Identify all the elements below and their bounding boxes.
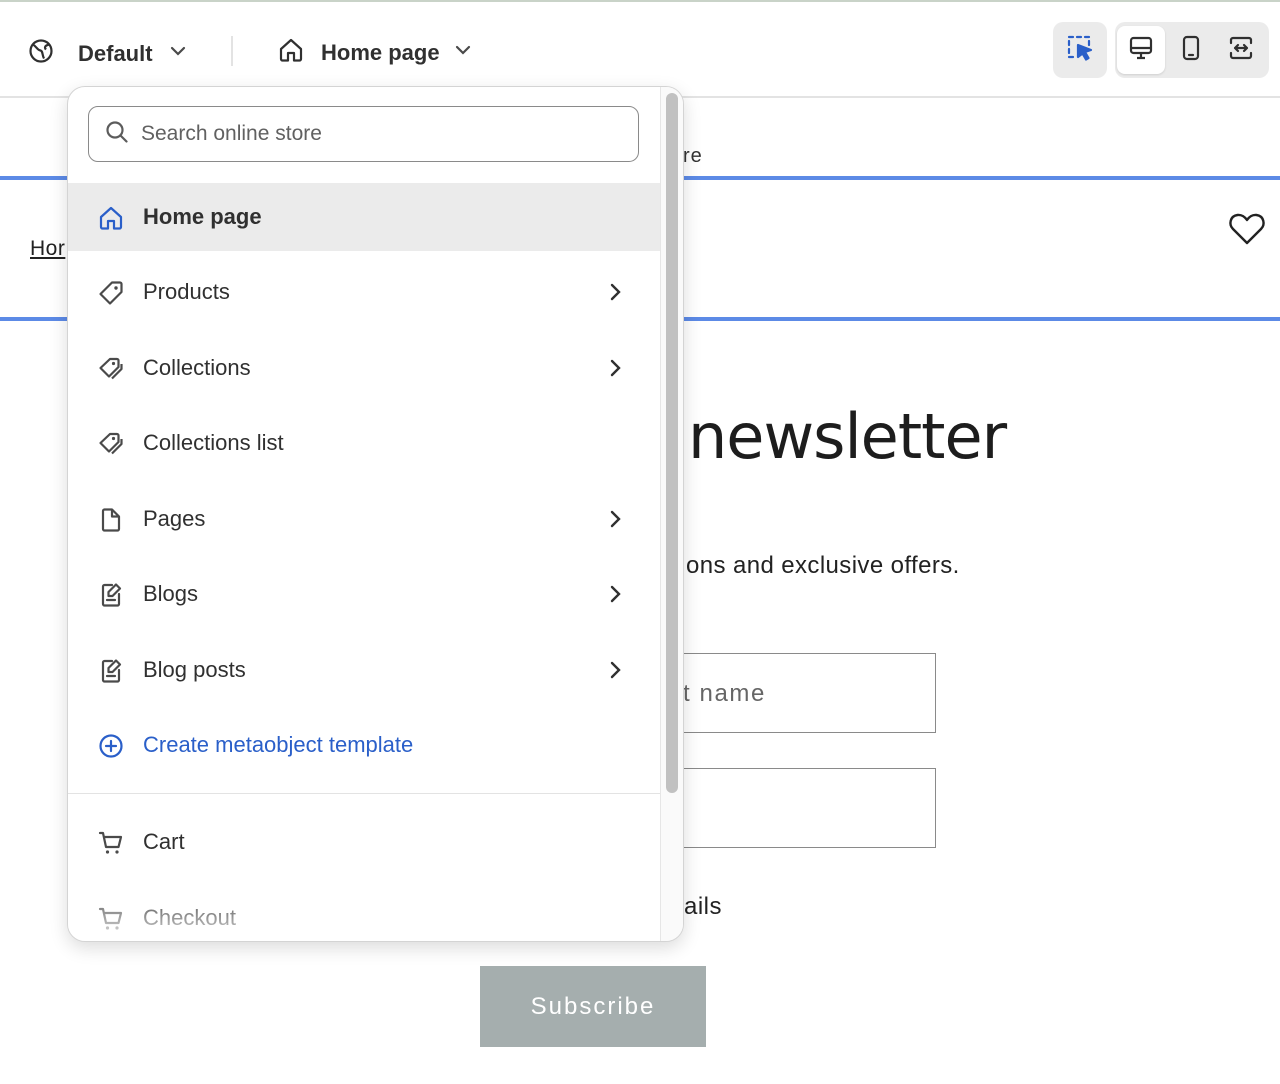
menu-item-label: Blog posts <box>143 657 246 682</box>
fullscreen-icon <box>1228 35 1254 66</box>
menu-item-cart[interactable]: Cart <box>68 808 660 876</box>
name-placeholder: t name <box>683 680 766 707</box>
page-picker-dropdown: Home page Products Collections <box>67 86 684 942</box>
menu-item-label: Products <box>143 279 230 304</box>
menu-item-label: Cart <box>143 829 185 854</box>
create-metaobject-template-link[interactable]: Create metaobject template <box>68 711 660 779</box>
desktop-icon <box>1128 35 1154 66</box>
chevron-down-icon <box>454 41 472 64</box>
theme-selector[interactable]: Default <box>28 38 187 69</box>
viewport-toggle-group <box>1115 22 1269 78</box>
page-selector[interactable]: Home page <box>278 37 472 68</box>
fullscreen-view-button[interactable] <box>1217 26 1265 74</box>
search-input[interactable] <box>141 122 621 146</box>
chevron-right-icon <box>606 509 624 534</box>
newsletter-subtext: ons and exclusive offers. <box>686 552 960 579</box>
menu-item-collections[interactable]: Collections <box>68 334 660 402</box>
page-label: Home page <box>321 39 440 65</box>
scrollbar-thumb[interactable] <box>666 93 678 793</box>
tag-icon <box>98 280 124 306</box>
menu-item-label: Create metaobject template <box>143 732 414 757</box>
home-icon <box>98 205 124 231</box>
mobile-icon <box>1178 35 1204 66</box>
heart-icon[interactable] <box>1228 212 1266 251</box>
breadcrumb-link[interactable]: Hor <box>30 237 65 261</box>
menu-item-label: Collections <box>143 355 251 380</box>
search-field[interactable] <box>88 106 639 162</box>
desktop-view-button[interactable] <box>1117 26 1165 74</box>
menu-item-products[interactable]: Products <box>68 258 660 326</box>
inspector-button[interactable] <box>1056 26 1104 74</box>
page-icon <box>98 507 124 533</box>
cart-icon <box>98 830 124 856</box>
inspector-icon <box>1066 34 1094 67</box>
chevron-right-icon <box>606 660 624 685</box>
newsletter-note: ails <box>684 893 723 920</box>
chevron-right-icon <box>606 358 624 383</box>
menu-item-label: Collections list <box>143 430 284 455</box>
theme-label: Default <box>78 40 153 66</box>
mobile-view-button[interactable] <box>1167 26 1215 74</box>
menu-item-blog-posts[interactable]: Blog posts <box>68 636 660 704</box>
toolbar-divider <box>231 36 233 66</box>
subscribe-button[interactable]: Subscribe <box>480 966 706 1047</box>
globe-icon <box>28 38 54 69</box>
chevron-right-icon <box>606 282 624 307</box>
menu-item-blogs[interactable]: Blogs <box>68 560 660 628</box>
search-icon <box>105 120 129 149</box>
chevron-down-icon <box>169 42 187 65</box>
tags-icon <box>98 356 124 382</box>
announcement-text: re <box>683 145 703 167</box>
menu-item-pages[interactable]: Pages <box>68 485 660 553</box>
menu-item-home-page[interactable]: Home page <box>68 183 660 251</box>
tags-icon <box>98 431 124 457</box>
home-icon <box>278 37 304 68</box>
menu-item-collections-list[interactable]: Collections list <box>68 409 660 477</box>
chevron-right-icon <box>606 584 624 609</box>
blog-icon <box>98 658 124 684</box>
newsletter-heading: newsletter <box>688 400 1007 473</box>
inspector-toggle-group <box>1053 22 1107 78</box>
menu-item-checkout[interactable]: Checkout <box>68 884 660 941</box>
editor-toolbar: Default Home page <box>0 2 1280 98</box>
cart-icon <box>98 906 124 932</box>
plus-circle-icon <box>98 733 124 759</box>
blog-icon <box>98 582 124 608</box>
menu-item-label: Pages <box>143 506 206 531</box>
menu-item-label: Home page <box>143 204 262 229</box>
menu-item-label: Checkout <box>143 905 236 930</box>
menu-separator <box>68 793 660 794</box>
menu-item-label: Blogs <box>143 581 199 606</box>
